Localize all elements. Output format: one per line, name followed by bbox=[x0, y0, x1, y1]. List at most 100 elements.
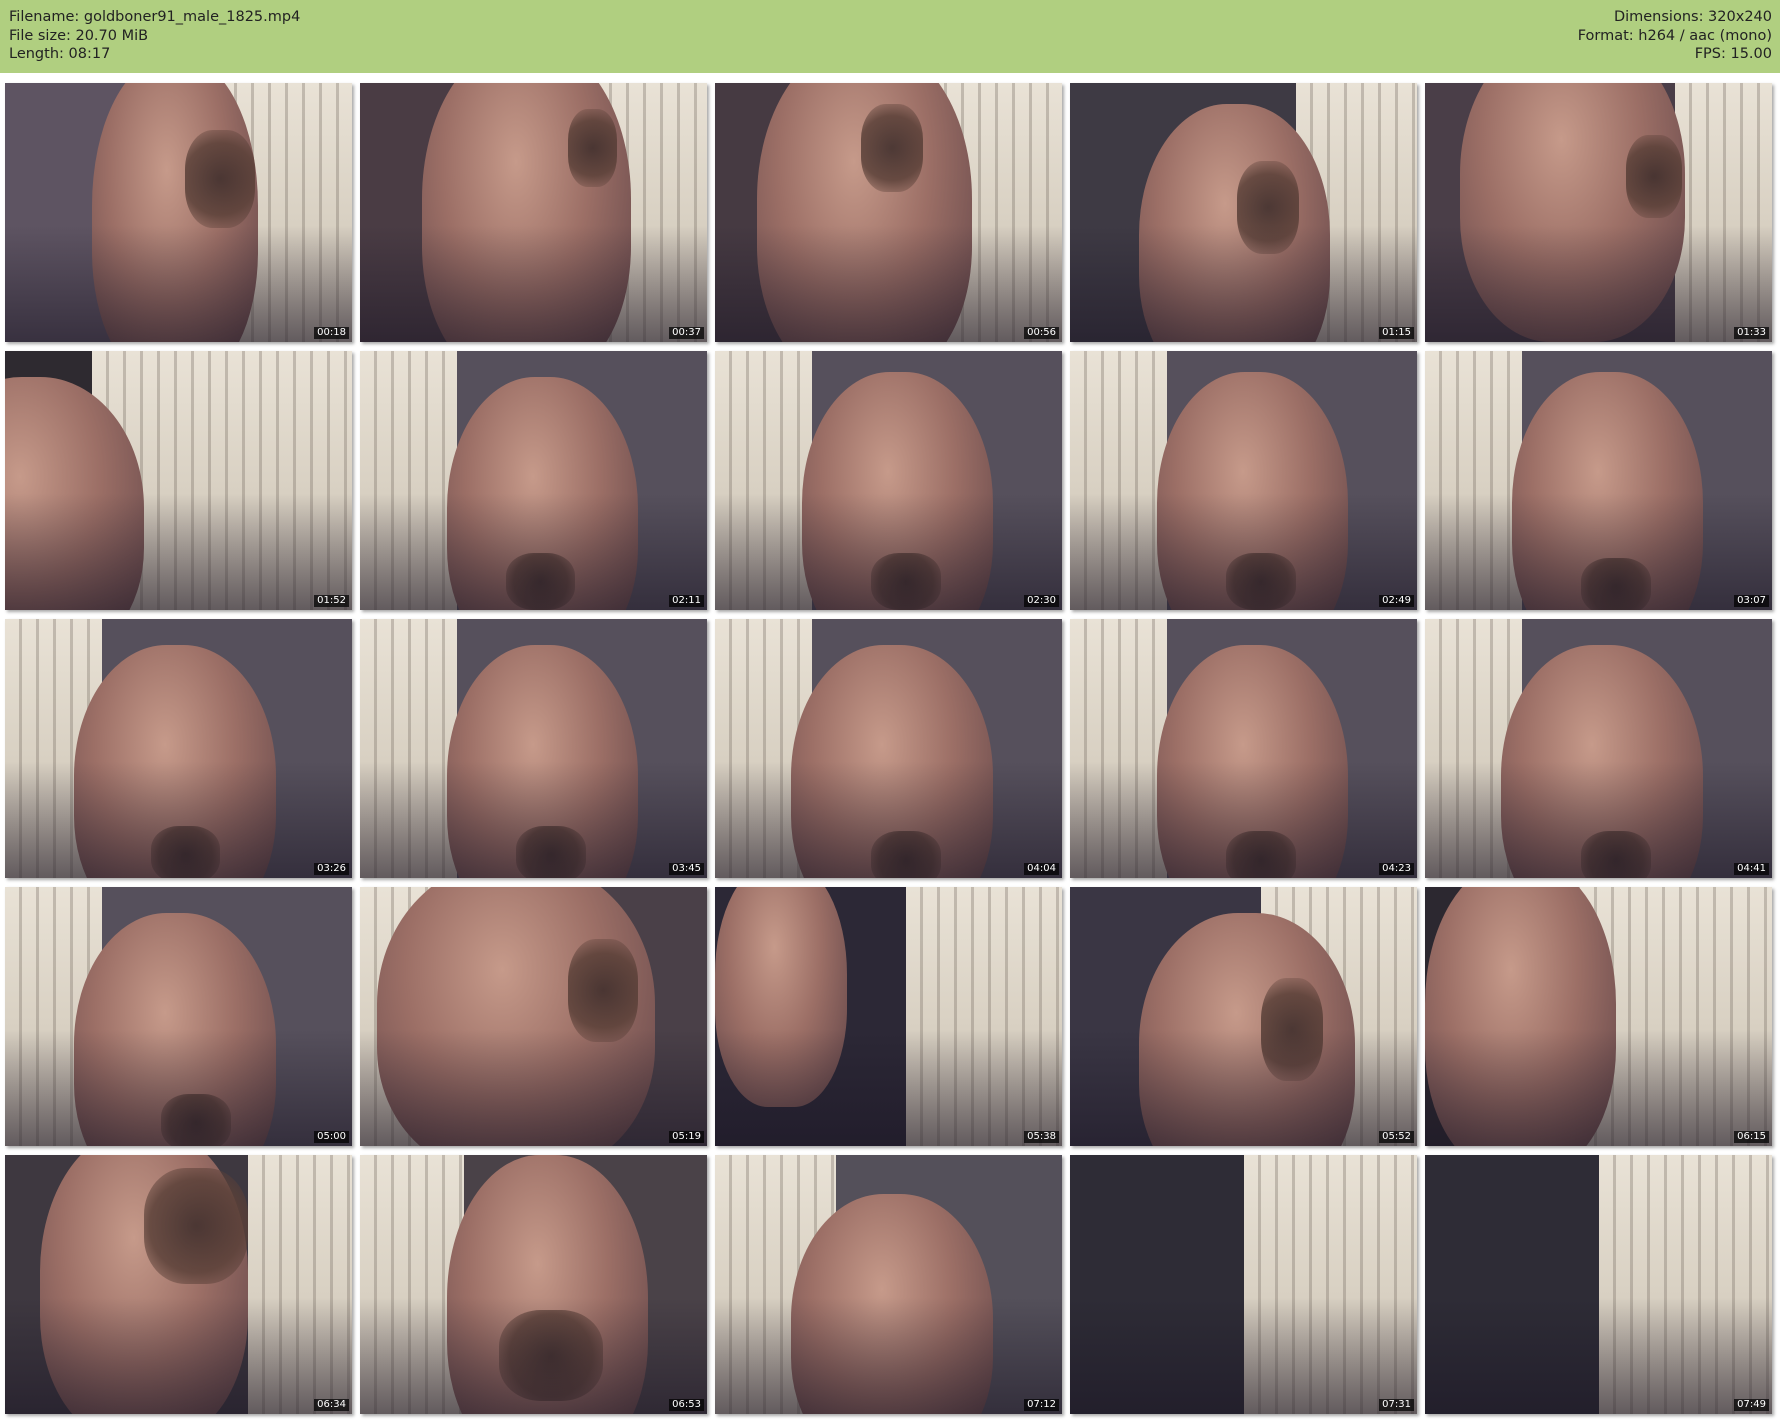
frame-shade bbox=[715, 887, 1062, 1146]
frame-shade bbox=[5, 1155, 352, 1414]
video-thumbnail: 00:56 bbox=[715, 83, 1062, 342]
thumbnail-frame-image bbox=[1425, 83, 1772, 342]
thumbnail-timestamp: 00:56 bbox=[1024, 327, 1059, 339]
video-thumbnail: 06:15 bbox=[1425, 887, 1772, 1146]
thumbnail-timestamp: 07:12 bbox=[1024, 1399, 1059, 1411]
thumbnail-timestamp: 05:19 bbox=[669, 1131, 704, 1143]
thumbnail-timestamp: 03:07 bbox=[1734, 595, 1769, 607]
filesize-text: File size: 20.70 MiB bbox=[9, 27, 149, 44]
thumbnail-frame-image bbox=[1425, 351, 1772, 610]
video-thumbnail: 03:45 bbox=[360, 619, 707, 878]
thumbnail-timestamp: 02:11 bbox=[669, 595, 704, 607]
thumbnail-frame-image bbox=[1070, 1155, 1417, 1414]
video-thumbnail: 04:23 bbox=[1070, 619, 1417, 878]
video-thumbnail: 01:15 bbox=[1070, 83, 1417, 342]
video-thumbnail: 02:49 bbox=[1070, 351, 1417, 610]
dimensions-text: Dimensions: 320x240 bbox=[1613, 9, 1772, 25]
thumbnail-timestamp: 06:34 bbox=[314, 1399, 349, 1411]
thumbnail-timestamp: 00:18 bbox=[314, 327, 349, 339]
video-thumbnail: 04:41 bbox=[1425, 619, 1772, 878]
format-text: Format: h264 / aac (mono) bbox=[1577, 27, 1772, 44]
file-info-left: Filename: goldboner91_male_1825.mp4 File… bbox=[9, 8, 300, 64]
frame-shade bbox=[1070, 1155, 1417, 1414]
frame-shade bbox=[5, 351, 352, 610]
video-thumbnail: 00:37 bbox=[360, 83, 707, 342]
thumbnail-frame-image bbox=[715, 619, 1062, 878]
frame-shade bbox=[360, 887, 707, 1146]
frame-shade bbox=[360, 83, 707, 342]
thumbnail-timestamp: 05:52 bbox=[1379, 1131, 1414, 1143]
frame-shade bbox=[715, 619, 1062, 878]
thumbnail-frame-image bbox=[5, 619, 352, 878]
frame-shade bbox=[1070, 351, 1417, 610]
thumbnail-timestamp: 00:37 bbox=[669, 327, 704, 339]
length-text: Length: 08:17 bbox=[9, 46, 111, 62]
frame-shade bbox=[1425, 1155, 1772, 1414]
thumbnail-frame-image bbox=[360, 619, 707, 878]
video-thumbnail: 02:11 bbox=[360, 351, 707, 610]
frame-shade bbox=[5, 619, 352, 878]
video-thumbnail: 05:19 bbox=[360, 887, 707, 1146]
video-thumbnail: 07:31 bbox=[1070, 1155, 1417, 1414]
thumbnail-timestamp: 07:31 bbox=[1379, 1399, 1414, 1411]
thumbnail-frame-image bbox=[360, 887, 707, 1146]
frame-shade bbox=[1070, 887, 1417, 1146]
video-thumbnail: 07:12 bbox=[715, 1155, 1062, 1414]
thumbnail-frame-image bbox=[1425, 887, 1772, 1146]
filename-text: Filename: goldboner91_male_1825.mp4 bbox=[9, 9, 301, 25]
thumbnail-timestamp: 04:23 bbox=[1379, 863, 1414, 875]
thumbnail-frame-image bbox=[715, 351, 1062, 610]
video-thumbnail: 05:38 bbox=[715, 887, 1062, 1146]
frame-shade bbox=[1425, 351, 1772, 610]
thumbnail-timestamp: 04:04 bbox=[1024, 863, 1059, 875]
video-thumbnail: 04:04 bbox=[715, 619, 1062, 878]
video-thumbnail: 05:00 bbox=[5, 887, 352, 1146]
thumbnail-timestamp: 01:15 bbox=[1379, 327, 1414, 339]
file-info-right: Dimensions: 320x240 Format: h264 / aac (… bbox=[1578, 8, 1772, 64]
thumbnail-frame-image bbox=[1070, 351, 1417, 610]
video-thumbnail: 07:49 bbox=[1425, 1155, 1772, 1414]
thumbnail-frame-image bbox=[5, 351, 352, 610]
thumbnail-frame-image bbox=[715, 1155, 1062, 1414]
frame-shade bbox=[715, 83, 1062, 342]
thumbnail-timestamp: 03:26 bbox=[314, 863, 349, 875]
video-thumbnail: 02:30 bbox=[715, 351, 1062, 610]
frame-shade bbox=[1425, 619, 1772, 878]
thumbnail-timestamp: 06:15 bbox=[1734, 1131, 1769, 1143]
thumbnail-timestamp: 06:53 bbox=[669, 1399, 704, 1411]
frame-shade bbox=[360, 1155, 707, 1414]
fps-text: FPS: 15.00 bbox=[1694, 46, 1772, 62]
frame-shade bbox=[1070, 83, 1417, 342]
frame-shade bbox=[715, 1155, 1062, 1414]
thumbnail-frame-image bbox=[715, 83, 1062, 342]
frame-shade bbox=[1425, 887, 1772, 1146]
thumbnail-timestamp: 05:00 bbox=[314, 1131, 349, 1143]
thumbnail-frame-image bbox=[1070, 887, 1417, 1146]
thumbnail-frame-image bbox=[360, 83, 707, 342]
thumbnail-timestamp: 05:38 bbox=[1024, 1131, 1059, 1143]
video-thumbnail: 03:26 bbox=[5, 619, 352, 878]
video-thumbnail: 06:34 bbox=[5, 1155, 352, 1414]
thumbnail-timestamp: 01:33 bbox=[1734, 327, 1769, 339]
thumbnail-timestamp: 07:49 bbox=[1734, 1399, 1769, 1411]
thumbnail-frame-image bbox=[360, 1155, 707, 1414]
video-thumbnail: 00:18 bbox=[5, 83, 352, 342]
thumbnail-frame-image bbox=[1070, 83, 1417, 342]
info-header: Filename: goldboner91_male_1825.mp4 File… bbox=[0, 0, 1780, 73]
thumbnail-frame-image bbox=[360, 351, 707, 610]
video-thumbnail: 01:33 bbox=[1425, 83, 1772, 342]
frame-shade bbox=[360, 619, 707, 878]
frame-shade bbox=[1425, 83, 1772, 342]
frame-shade bbox=[5, 83, 352, 342]
thumbnail-timestamp: 01:52 bbox=[314, 595, 349, 607]
thumbnail-timestamp: 03:45 bbox=[669, 863, 704, 875]
video-thumbnail: 05:52 bbox=[1070, 887, 1417, 1146]
thumbnail-frame-image bbox=[5, 887, 352, 1146]
frame-shade bbox=[715, 351, 1062, 610]
frame-shade bbox=[360, 351, 707, 610]
frame-shade bbox=[1070, 619, 1417, 878]
thumbnail-timestamp: 02:30 bbox=[1024, 595, 1059, 607]
thumbnail-frame-image bbox=[715, 887, 1062, 1146]
video-thumbnail: 06:53 bbox=[360, 1155, 707, 1414]
thumbnail-frame-image bbox=[5, 83, 352, 342]
